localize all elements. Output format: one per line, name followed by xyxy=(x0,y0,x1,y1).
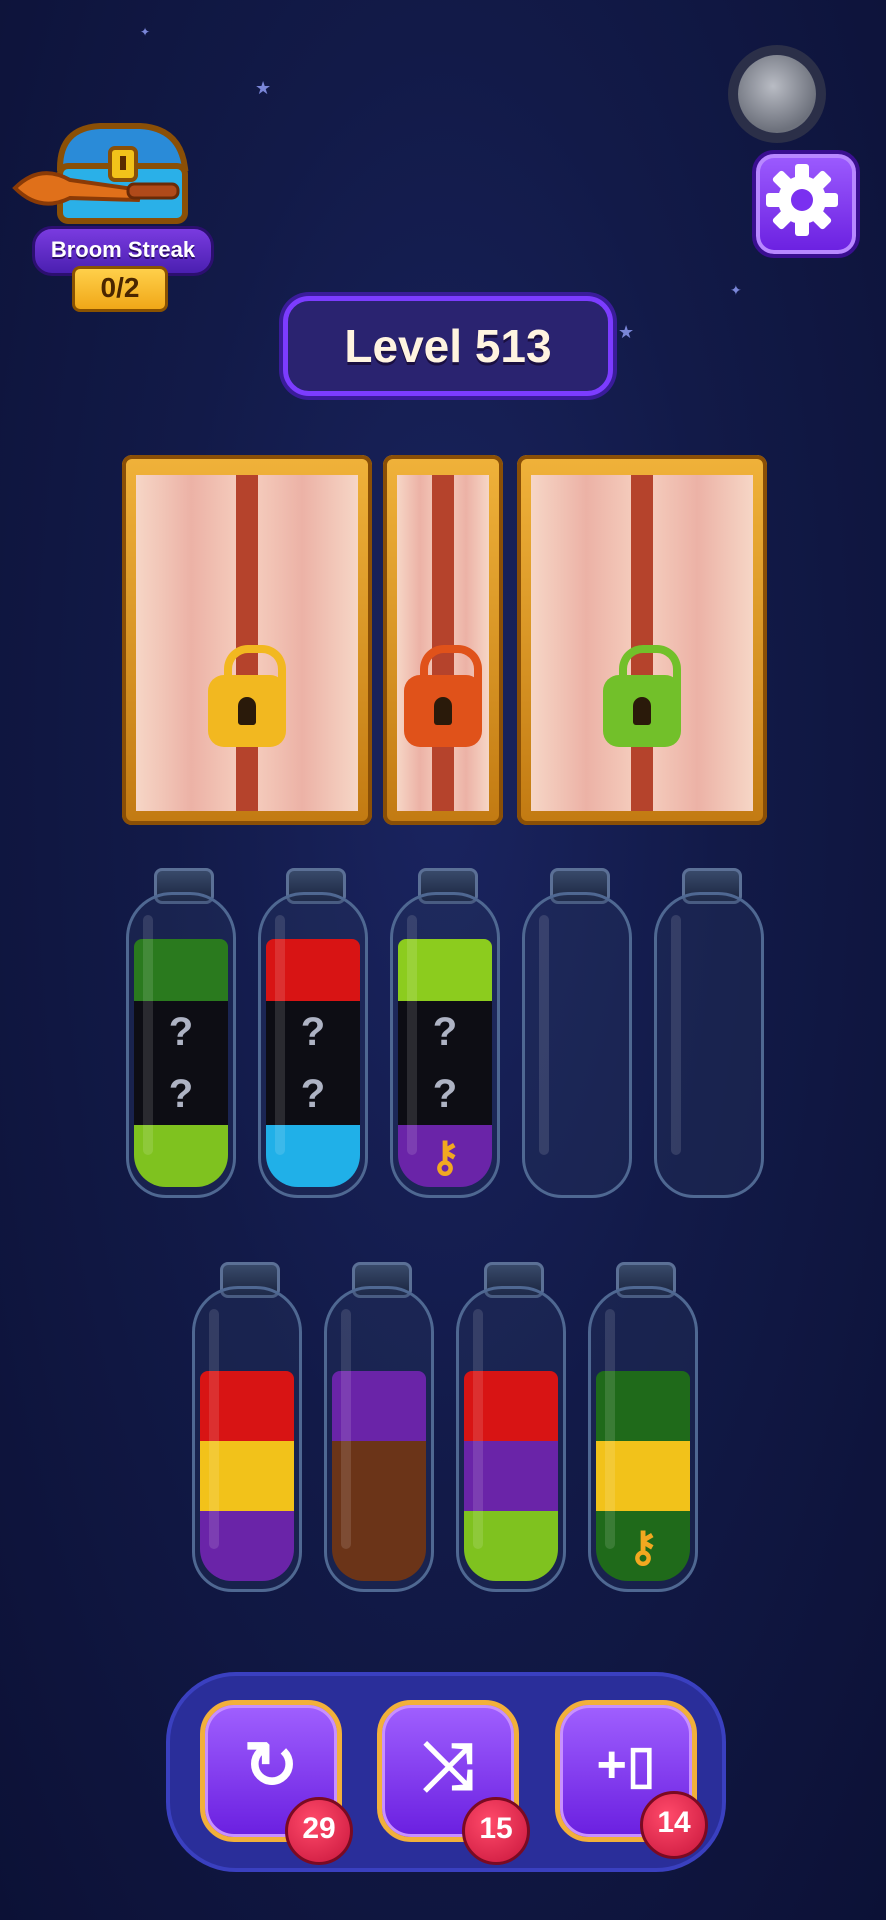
bottle-glass: ?? xyxy=(126,892,236,1198)
locked-door-orange[interactable] xyxy=(383,455,503,825)
question-mark: ? xyxy=(168,1009,194,1054)
bottle-glass: ?? xyxy=(258,892,368,1198)
question-mark: ? xyxy=(432,1009,458,1054)
glass-highlight xyxy=(143,915,153,1155)
bottle[interactable] xyxy=(522,868,632,1198)
bottle-glass xyxy=(456,1286,566,1592)
bottle-glass: ⚷ xyxy=(588,1286,698,1592)
treasure-chest-icon xyxy=(12,123,189,224)
question-mark: ? xyxy=(300,1009,326,1054)
bottle-glass xyxy=(522,892,632,1198)
glass-highlight xyxy=(407,915,417,1155)
add-bottle-count-badge: 14 xyxy=(640,1791,708,1859)
padlock-icon xyxy=(208,645,286,747)
settings-button[interactable] xyxy=(752,150,860,258)
bottle-glass xyxy=(192,1286,302,1592)
bottle-glass xyxy=(324,1286,434,1592)
glass-highlight xyxy=(275,915,285,1155)
bottle[interactable]: ?? xyxy=(258,868,368,1198)
bottle[interactable] xyxy=(192,1262,302,1592)
undo-icon: ↻ xyxy=(243,1728,299,1802)
add-bottle-icon: +▯ xyxy=(596,1736,656,1794)
bottle[interactable] xyxy=(654,868,764,1198)
shuffle-icon: ⤨ xyxy=(421,1728,475,1802)
glass-highlight xyxy=(473,1309,483,1549)
shuffle-count-badge: 15 xyxy=(462,1797,530,1865)
key-icon: ⚷ xyxy=(627,1522,659,1570)
bottle[interactable]: ⚷ xyxy=(588,1262,698,1592)
gear-icon xyxy=(766,164,838,236)
door-rope xyxy=(432,475,454,811)
broom-streak-count: 0/2 xyxy=(72,266,168,312)
level-indicator: Level 513 xyxy=(283,296,613,396)
star-decoration: ★ xyxy=(618,322,635,342)
undo-button[interactable]: ↻ 29 xyxy=(200,1700,353,1865)
star-decoration: ✦ xyxy=(730,282,742,298)
door-rope xyxy=(236,475,258,811)
star-decoration: ★ xyxy=(255,78,272,98)
door-rope xyxy=(631,475,653,811)
padlock-icon xyxy=(404,645,482,747)
menu-orb-button[interactable] xyxy=(738,55,816,133)
undo-count-badge: 29 xyxy=(285,1797,353,1865)
broom-streak-widget[interactable]: Broom Streak 0/2 xyxy=(10,118,214,312)
shuffle-button[interactable]: ⤨ 15 xyxy=(377,1700,530,1865)
question-mark: ? xyxy=(432,1071,458,1116)
bottle[interactable]: ?? ⚷ xyxy=(390,868,500,1198)
bottle-glass xyxy=(654,892,764,1198)
bottle[interactable] xyxy=(456,1262,566,1592)
glass-highlight xyxy=(341,1309,351,1549)
bottle[interactable] xyxy=(324,1262,434,1592)
locked-door-green[interactable] xyxy=(517,455,767,825)
question-mark: ? xyxy=(168,1071,194,1116)
question-mark: ? xyxy=(300,1071,326,1116)
level-title: Level 513 xyxy=(344,320,552,372)
padlock-icon xyxy=(603,645,681,747)
bottle-glass: ?? ⚷ xyxy=(390,892,500,1198)
locked-door-yellow[interactable] xyxy=(122,455,372,825)
glass-highlight xyxy=(209,1309,219,1549)
bottle[interactable]: ?? xyxy=(126,868,236,1198)
glass-highlight xyxy=(539,915,549,1155)
broom-streak-label: Broom Streak xyxy=(50,237,196,262)
glass-highlight xyxy=(671,915,681,1155)
key-icon: ⚷ xyxy=(429,1132,461,1180)
star-decoration: ✦ xyxy=(140,25,151,39)
glass-highlight xyxy=(605,1309,615,1549)
add-bottle-button[interactable]: +▯ 14 xyxy=(555,1700,708,1859)
